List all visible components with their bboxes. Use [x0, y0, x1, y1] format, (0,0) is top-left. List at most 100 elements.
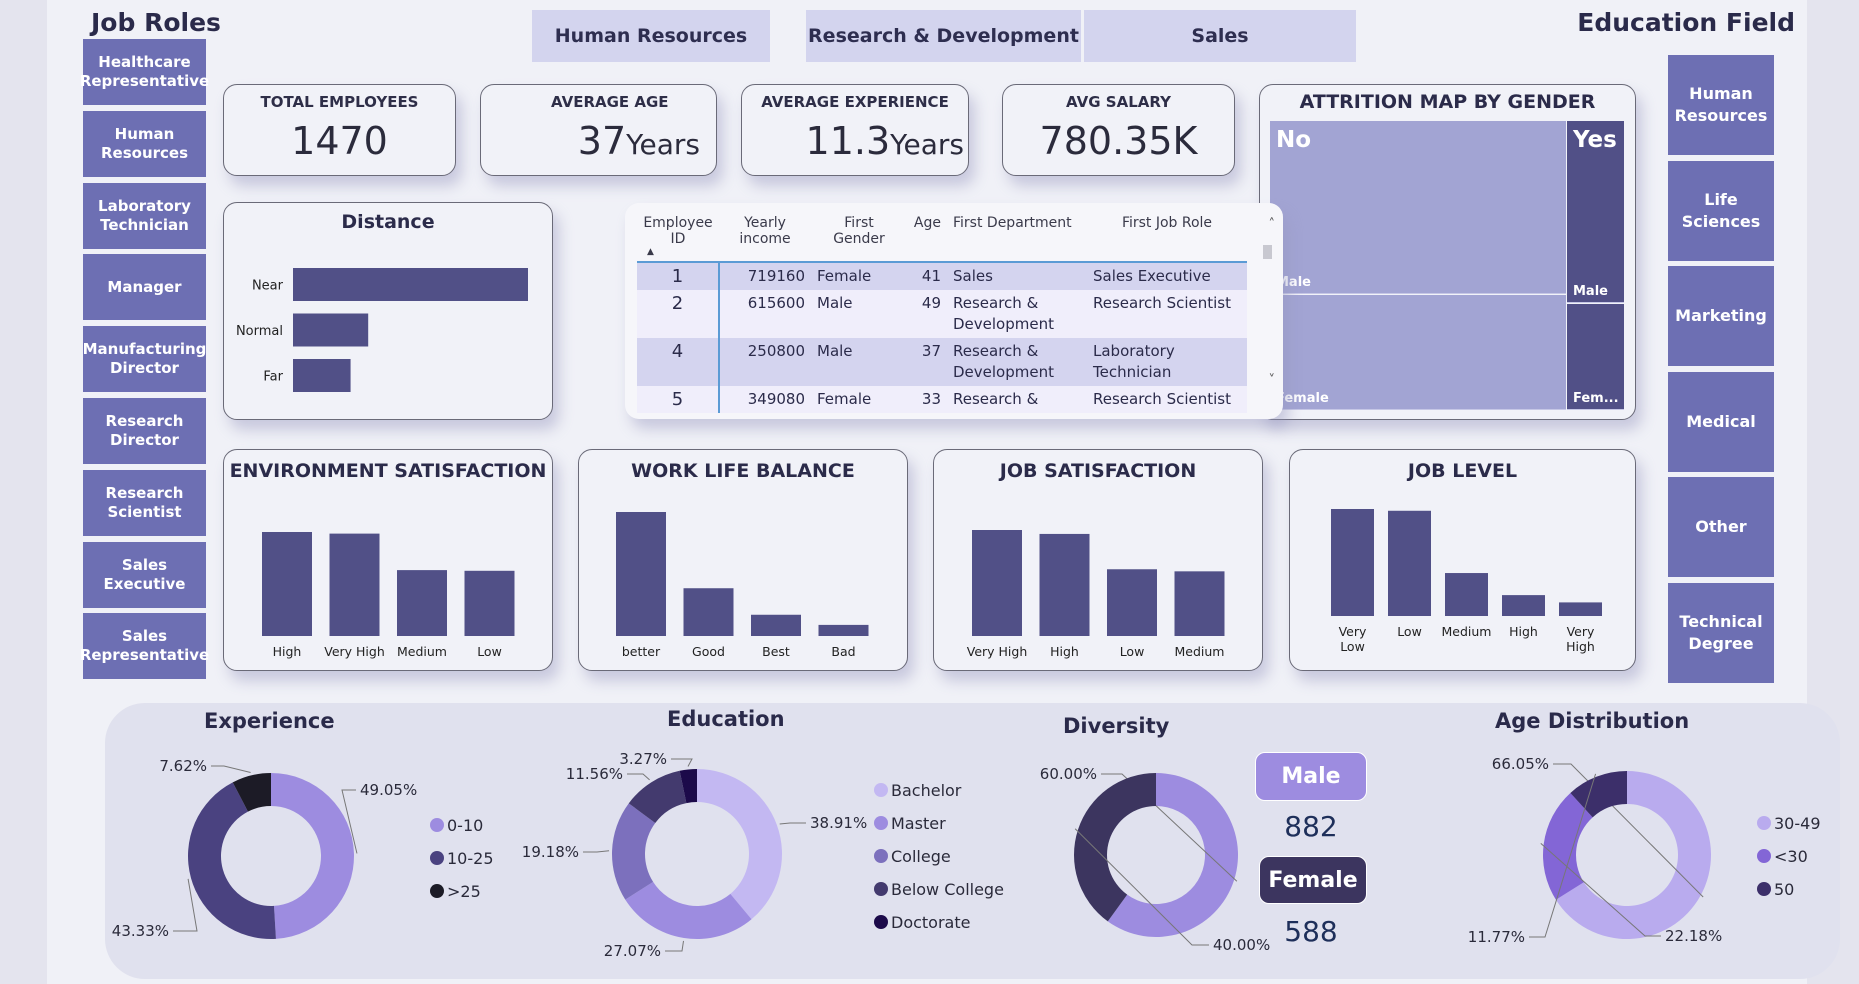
treemap-cell-no-male[interactable]: Male [1270, 121, 1566, 294]
table-cell-job-role: Research Scientist [1093, 294, 1231, 312]
table-row[interactable]: 5 349080 Female 33 Research & Research Scient… [637, 386, 1247, 413]
bar-high[interactable] [262, 532, 312, 636]
job-satisfaction-card: JOB SATISFACTION Very High High Low Medium [933, 449, 1263, 671]
data-label: 19.18% [522, 843, 579, 861]
legend-label[interactable]: Master [891, 814, 946, 833]
data-label: 11.56% [566, 765, 623, 783]
age-distribution-donut: 66.05% 22.18% 11.77% 30-49 <30 50 [1468, 755, 1821, 946]
category-label: Far [263, 370, 283, 385]
bar-high[interactable] [1502, 595, 1545, 616]
category-label-part: High [1566, 639, 1595, 654]
bar-near[interactable] [293, 268, 528, 301]
bar-far[interactable] [293, 359, 351, 392]
column-header-yearly-income[interactable]: Yearly income [719, 211, 811, 262]
job-role-button-sales-executive[interactable]: Sales Executive [83, 541, 206, 608]
bar-medium[interactable] [397, 570, 447, 636]
slice-master[interactable] [625, 881, 752, 939]
education-field-button-other[interactable]: Other [1668, 477, 1774, 577]
legend-label[interactable]: Doctorate [891, 913, 970, 932]
kpi-unit: Years [626, 128, 700, 161]
category-label-part: Very [1567, 624, 1595, 639]
column-header-age[interactable]: Age [907, 211, 947, 262]
column-header-employee-id[interactable]: Employee ID ▲ [637, 211, 719, 262]
bar-very-high[interactable] [329, 533, 380, 636]
legend-marker [430, 884, 444, 898]
bar-low[interactable] [1388, 510, 1431, 616]
bar-better[interactable] [616, 512, 666, 636]
kpi-value: 11.3Years [742, 119, 968, 163]
job-role-button-healthcare-representative[interactable]: Healthcare Representative [80, 39, 209, 105]
education-field-button-human-resources[interactable]: Human Resources [1668, 55, 1774, 155]
treemap-cell-no-female[interactable]: Female [1270, 295, 1566, 410]
table-cell-department: Research & Development [953, 342, 1054, 381]
treemap-group-no[interactable]: Male Female No [1270, 121, 1567, 411]
slice-bachelor[interactable] [697, 769, 782, 920]
column-header-first-gender[interactable]: First Gender [811, 211, 907, 262]
department-tab-sales[interactable]: Sales [1084, 10, 1356, 62]
department-tab-research-development[interactable]: Research & Development [806, 10, 1081, 62]
job-role-button-research-director[interactable]: Research Director [83, 398, 206, 464]
bar-medium[interactable] [1174, 571, 1225, 636]
kpi-value: 780.35K [1039, 119, 1198, 163]
sort-ascending-icon[interactable]: ▲ [643, 247, 713, 257]
table-cell-job-role: Sales Executive [1093, 267, 1211, 285]
education-title: Education [667, 707, 785, 731]
job-level-card: JOB LEVEL Very Low Low Medium High Very High [1289, 449, 1636, 671]
legend-label[interactable]: 50 [1774, 880, 1794, 899]
table-cell-id: 5 [637, 386, 720, 413]
diversity-title: Diversity [1063, 714, 1170, 738]
table-cell-id: 1 [637, 262, 720, 290]
table-cell-gender: Female [817, 267, 872, 285]
department-tab-human-resources[interactable]: Human Resources [532, 10, 770, 62]
job-role-button-human-resources[interactable]: Human Resources [83, 110, 206, 177]
legend-label[interactable]: <30 [1774, 847, 1808, 866]
job-role-button-manufacturing-director[interactable]: Manufacturing Director [83, 326, 206, 393]
slice-0-10[interactable] [271, 773, 354, 939]
legend-label[interactable]: Bachelor [891, 781, 962, 800]
bar-best[interactable] [751, 614, 801, 636]
bar-very-high[interactable] [1559, 602, 1602, 616]
treemap-group-yes[interactable]: Male Fem... Yes [1567, 121, 1624, 411]
education-field-button-marketing[interactable]: Marketing [1668, 266, 1774, 366]
bar-bad[interactable] [818, 624, 869, 636]
bar-normal[interactable] [293, 313, 369, 347]
chart-title: Distance [341, 211, 435, 233]
table-row[interactable]: 1 719160 Female 41 Sales Sales Executive [637, 262, 1247, 290]
category-label: better [622, 644, 661, 659]
bar-very-high[interactable] [972, 530, 1022, 636]
education-field-title: Education Field [1577, 8, 1795, 37]
kpi-unit: Years [890, 128, 964, 161]
bar-very-low[interactable] [1331, 509, 1374, 616]
age-distribution-title: Age Distribution [1495, 709, 1690, 733]
bar-medium[interactable] [1445, 573, 1488, 616]
bar-good[interactable] [683, 588, 734, 636]
education-field-button-technical-degree[interactable]: Technical Degree [1668, 582, 1774, 683]
chart-title: JOB SATISFACTION [999, 460, 1197, 482]
column-header-first-department[interactable]: First Department [947, 211, 1087, 262]
experience-donut: 49.05%43.33%7.62%0-1010-25>25 [112, 757, 494, 940]
slice-female[interactable] [1074, 773, 1156, 922]
job-role-button-research-scientist[interactable]: Research Scientist [83, 469, 206, 536]
scroll-down-button[interactable]: ˅ [1269, 373, 1276, 388]
scroll-up-button[interactable]: ˄ [1269, 217, 1276, 232]
chart-title: WORK LIFE BALANCE [631, 460, 855, 482]
education-field-button-medical[interactable]: Medical [1668, 371, 1774, 472]
education-field-button-life-sciences[interactable]: Life Sciences [1668, 160, 1774, 261]
legend-label[interactable]: College [891, 847, 951, 866]
environment-satisfaction-card: ENVIRONMENT SATISFACTION High Very High Me… [223, 449, 553, 671]
job-role-button-laboratory-technician[interactable]: Laboratory Technician [83, 182, 206, 249]
table-row[interactable]: 4 250800 Male 37 Research & Development Labor… [637, 338, 1247, 386]
job-role-button-manager[interactable]: Manager [83, 254, 206, 321]
scrollbar-thumb[interactable] [1263, 245, 1272, 259]
bar-low[interactable] [464, 570, 515, 636]
bar-low[interactable] [1107, 569, 1157, 636]
category-label: High [273, 644, 302, 659]
job-level-chart: VeryLowLow Medium High VeryHigh [1331, 509, 1602, 654]
leader-line [779, 822, 806, 825]
column-header-first-job-role[interactable]: First Job Role [1087, 211, 1247, 262]
job-role-button-sales-representative[interactable]: Sales Representative [80, 613, 209, 680]
bar-high[interactable] [1039, 533, 1090, 636]
treemap-cell-yes-fem[interactable]: Fem... [1567, 303, 1624, 410]
legend-label[interactable]: 30-49 [1774, 814, 1821, 833]
table-row[interactable]: 2 615600 Male 49 Research & Development Resea… [637, 290, 1247, 338]
